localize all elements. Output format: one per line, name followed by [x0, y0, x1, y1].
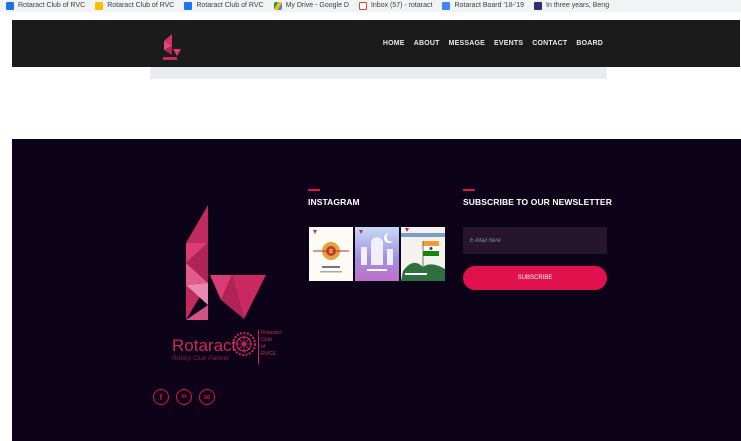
club-name: Rotaract Club of RVCE — [258, 330, 284, 364]
newsletter-email-input[interactable] — [463, 227, 607, 254]
linkedin-icon: in — [181, 394, 187, 400]
web-icon — [6, 2, 14, 10]
nav-home[interactable]: HOME — [383, 40, 405, 47]
instagram-post-image — [401, 227, 445, 281]
bookmark-item[interactable]: Inbox (57) - rotaract — [358, 0, 432, 12]
newsletter-title-bar — [463, 189, 475, 191]
bookmark-item[interactable]: In three years, Beng — [534, 0, 609, 12]
nav-message[interactable]: MESSAGE — [449, 40, 485, 47]
linkedin-button[interactable]: in — [176, 389, 192, 405]
bookmark-item[interactable]: Rotaract Club of RVC — [95, 0, 174, 12]
brand-name: Rotaract — [172, 336, 237, 355]
news-icon — [534, 2, 543, 10]
subscribe-button[interactable]: SUBSCRIBE — [463, 266, 607, 290]
instagram-title: INSTAGRAM — [308, 197, 360, 207]
facebook-icon — [184, 2, 193, 10]
nav-events[interactable]: EVENTS — [494, 40, 523, 47]
site-navbar: HOME ABOUT MESSAGE EVENTS CONTACT BOARD — [12, 20, 740, 67]
content-strip — [150, 67, 607, 79]
google-drive-icon — [273, 2, 282, 10]
bookmarks-bar: Rotaract Club of RVC Rotaract Club of RV… — [0, 0, 741, 12]
bookmark-item[interactable]: Rotaract Club of RVC — [184, 0, 264, 12]
nav-links: HOME ABOUT MESSAGE EVENTS CONTACT BOARD — [374, 20, 603, 67]
instagram-post[interactable] — [355, 227, 399, 281]
footer — [12, 139, 741, 441]
nav-about[interactable]: ABOUT — [414, 40, 440, 47]
facebook-icon: f — [159, 392, 163, 402]
bookmark-item[interactable]: My Drive - Google D — [273, 0, 349, 12]
instagram-post-image — [355, 227, 399, 281]
email-icon: ✉ — [203, 392, 211, 402]
rotaract-logo-large — [186, 205, 266, 320]
brand-tagline: Rotary Club Partner — [172, 355, 230, 362]
instagram-post[interactable] — [309, 227, 353, 281]
instagram-post[interactable] — [401, 227, 445, 281]
email-button[interactable]: ✉ — [199, 389, 215, 405]
instagram-title-bar — [308, 189, 320, 191]
gmail-icon — [358, 2, 367, 10]
rotary-wheel-icon — [232, 332, 256, 356]
bookmark-icon — [95, 2, 104, 10]
nav-board[interactable]: BOARD — [576, 40, 603, 47]
brand-lockup: Rotaract Rotary Club Partner Rotaract Cl… — [172, 330, 284, 370]
instagram-post-image — [309, 227, 353, 281]
facebook-button[interactable]: f — [153, 389, 169, 405]
docs-icon — [442, 2, 451, 10]
newsletter-title: SUBSCRIBE TO OUR NEWSLETTER — [463, 197, 612, 207]
rotaract-logo[interactable] — [156, 28, 192, 62]
bookmark-item[interactable]: Rotaract Club of RVC — [6, 0, 85, 12]
nav-contact[interactable]: CONTACT — [532, 40, 567, 47]
bookmark-item[interactable]: Rotaract Board '18-'19 — [442, 0, 524, 12]
